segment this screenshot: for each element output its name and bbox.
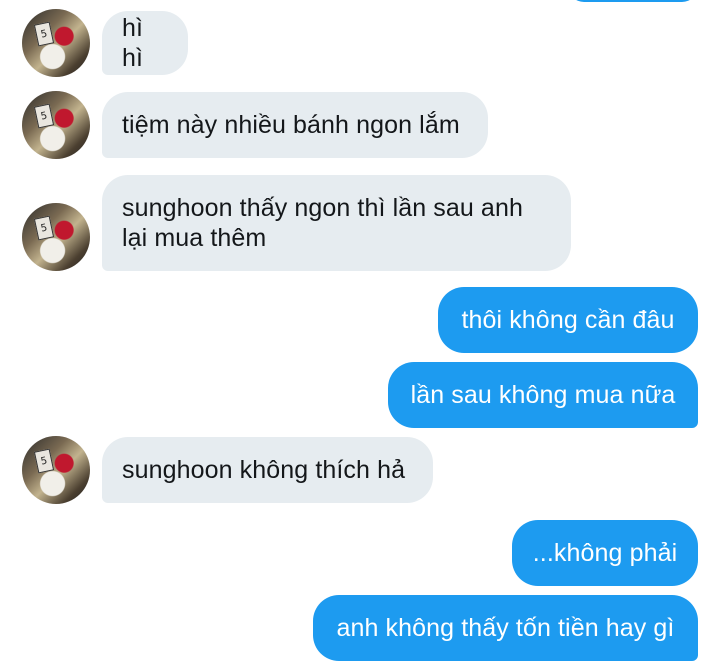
avatar-sign-icon: 5 <box>33 215 55 241</box>
incoming-message-bubble[interactable]: tiệm này nhiều bánh ngon lắm <box>102 92 488 158</box>
message-text: ...không phải <box>532 539 678 567</box>
outgoing-message-bubble[interactable]: anh không thấy tốn tiền hay gì <box>313 595 698 661</box>
message-text: lần sau không mua nữa <box>410 381 676 409</box>
previous-outgoing-message-bubble <box>568 0 698 2</box>
outgoing-message-bubble[interactable]: lần sau không mua nữa <box>388 362 698 428</box>
contact-avatar[interactable]: 5 <box>22 436 90 504</box>
message-text: anh không thấy tốn tiền hay gì <box>336 614 675 642</box>
avatar-sign-icon: 5 <box>33 103 55 129</box>
incoming-message-bubble[interactable]: sunghoon thấy ngon thì lần sau anh lại m… <box>102 175 571 271</box>
contact-avatar[interactable]: 5 <box>22 203 90 271</box>
incoming-message-bubble[interactable]: sunghoon không thích hả <box>102 437 433 503</box>
message-text-line: sunghoon thấy ngon thì lần sau anh <box>122 194 523 222</box>
contact-avatar[interactable]: 5 <box>22 91 90 159</box>
message-text: hì hì <box>122 14 144 72</box>
message-text: tiệm này nhiều bánh ngon lắm <box>122 111 460 139</box>
contact-avatar[interactable]: 5 <box>22 9 90 77</box>
outgoing-message-bubble[interactable]: thôi không cần đâu <box>438 287 698 353</box>
avatar-sign-icon: 5 <box>33 21 55 47</box>
message-text-line: lại mua thêm <box>122 224 267 252</box>
message-text: sunghoon không thích hả <box>122 456 406 484</box>
outgoing-message-bubble[interactable]: ...không phải <box>512 520 698 586</box>
message-text: thôi không cần đâu <box>461 306 675 334</box>
avatar-sign-icon: 5 <box>33 448 55 474</box>
incoming-message-bubble[interactable]: hì hì <box>102 11 188 75</box>
